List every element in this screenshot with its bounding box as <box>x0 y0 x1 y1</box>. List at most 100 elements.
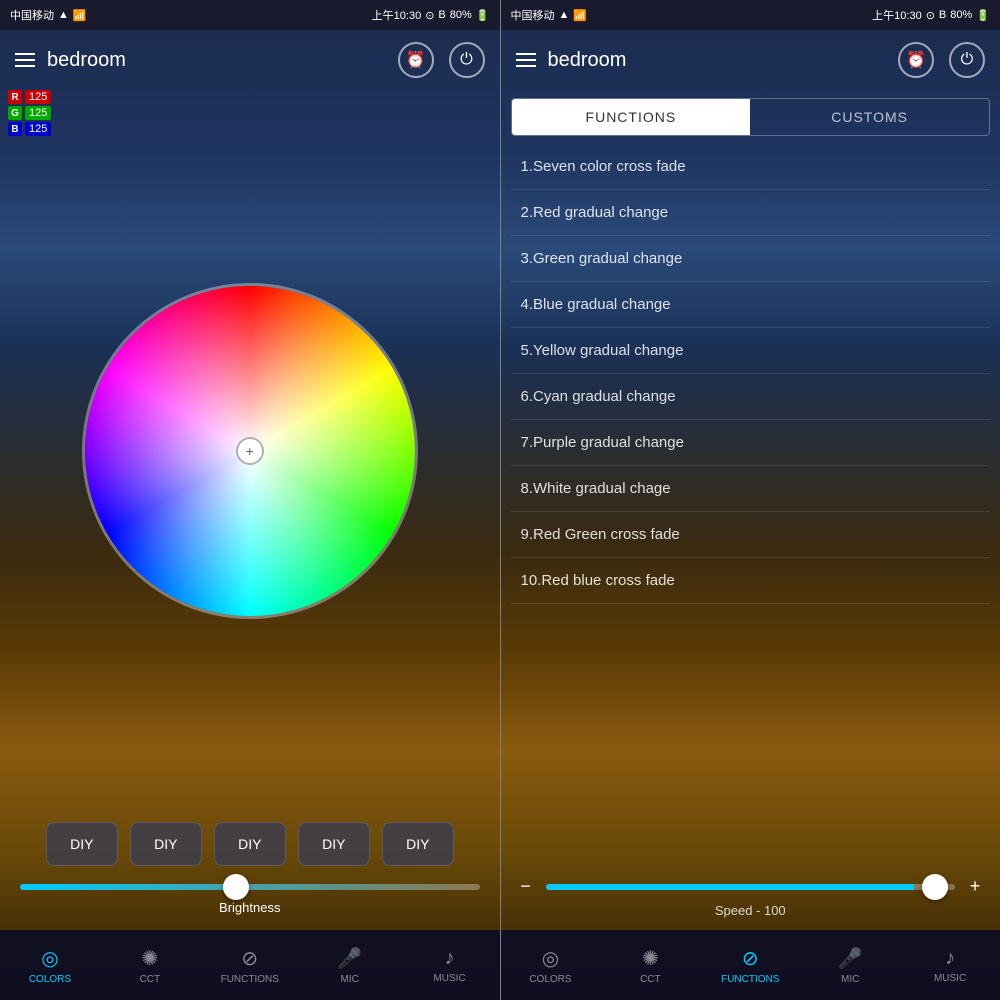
nav-cct-right[interactable]: ✺ CCT <box>600 946 700 985</box>
nav-colors-left[interactable]: ◎ COLORS <box>0 946 100 985</box>
nav-functions-right[interactable]: ⊘ FUNCTIONS <box>700 946 800 985</box>
status-bar-left: 中国移动 ▲ 📶 上午10:30 ⊙ Β 80% 🔋 <box>0 0 500 30</box>
header-left-group: bedroom <box>15 49 126 72</box>
color-wheel[interactable]: + <box>85 286 415 616</box>
function-item-9[interactable]: 9.Red Green cross fade <box>511 512 991 558</box>
time-right: 上午10:30 <box>872 7 922 23</box>
signal-icon: 📶 <box>73 9 87 22</box>
carrier-right: 中国移动 <box>511 7 555 23</box>
bottom-nav-right: ◎ COLORS ✺ CCT ⊘ FUNCTIONS 🎤 MIC ♪ MUSIC <box>501 930 1000 1000</box>
speed-thumb[interactable] <box>922 874 948 900</box>
speed-plus-btn[interactable]: + <box>965 876 985 897</box>
alarm-button-left[interactable]: ⏰ <box>398 42 434 78</box>
bluetooth-icon: Β <box>438 9 445 21</box>
colors-icon-right: ◎ <box>542 946 559 971</box>
functions-label-right: FUNCTIONS <box>721 974 779 985</box>
status-right-right: 上午10:30 ⊙ Β 80% 🔋 <box>872 7 990 23</box>
g-label: G <box>8 106 22 120</box>
menu-button[interactable] <box>15 53 35 67</box>
location-icon-right: ⊙ <box>926 9 935 22</box>
cct-label-right: CCT <box>640 974 661 985</box>
right-panel: 中国移动 ▲ 📶 上午10:30 ⊙ Β 80% 🔋 bedroom ⏰ <box>501 0 1000 1000</box>
nav-functions-left[interactable]: ⊘ FUNCTIONS <box>200 946 300 985</box>
nav-mic-right[interactable]: 🎤 MIC <box>800 946 900 985</box>
function-item-4[interactable]: 4.Blue gradual change <box>511 282 991 328</box>
time-left: 上午10:30 <box>372 7 422 23</box>
diy-btn-1[interactable]: DIY <box>46 822 118 866</box>
bluetooth-icon-right: Β <box>939 9 946 21</box>
nav-mic-left[interactable]: 🎤 MIC <box>300 946 400 985</box>
brightness-section: Brightness <box>0 876 500 930</box>
room-title-right: bedroom <box>548 49 627 72</box>
r-value: 125 <box>25 90 51 104</box>
menu-button-right[interactable] <box>516 53 536 67</box>
function-item-1[interactable]: 1.Seven color cross fade <box>511 144 991 190</box>
brightness-thumb[interactable] <box>223 874 249 900</box>
battery-icon-right: 🔋 <box>976 9 990 22</box>
speed-track-row: − + <box>516 876 986 897</box>
tab-customs[interactable]: CUSTOMS <box>750 99 989 135</box>
function-item-5[interactable]: 5.Yellow gradual change <box>511 328 991 374</box>
location-icon: ⊙ <box>425 9 434 22</box>
nav-cct-left[interactable]: ✺ CCT <box>100 946 200 985</box>
diy-btn-2[interactable]: DIY <box>130 822 202 866</box>
left-panel: 中国移动 ▲ 📶 上午10:30 ⊙ Β 80% 🔋 bedroom ⏰ <box>0 0 500 1000</box>
function-item-7[interactable]: 7.Purple gradual change <box>511 420 991 466</box>
cct-label-left: CCT <box>140 974 161 985</box>
color-cursor[interactable]: + <box>236 437 264 465</box>
speed-section: − + Speed - 100 <box>501 868 1000 930</box>
wifi-icon: ▲ <box>58 9 69 21</box>
header-right-group: ⏰ ⏻ <box>398 42 485 78</box>
brightness-track[interactable] <box>20 884 480 890</box>
power-button-right[interactable]: ⏻ <box>949 42 985 78</box>
wifi-icon-right: ▲ <box>559 9 570 21</box>
speed-label: Speed - 100 <box>516 903 986 918</box>
colors-label-left: COLORS <box>29 974 71 985</box>
b-badge: B 125 <box>8 122 51 136</box>
function-item-8[interactable]: 8.White gradual chage <box>511 466 991 512</box>
diy-btn-5[interactable]: DIY <box>382 822 454 866</box>
bottom-nav-left: ◎ COLORS ✺ CCT ⊘ FUNCTIONS 🎤 MIC ♪ MUSIC <box>0 930 500 1000</box>
diy-row: DIY DIY DIY DIY DIY <box>0 812 500 876</box>
speed-minus-btn[interactable]: − <box>516 876 536 897</box>
brightness-label: Brightness <box>20 900 480 915</box>
panel-divider <box>500 0 501 1000</box>
status-right: 上午10:30 ⊙ Β 80% 🔋 <box>372 7 490 23</box>
colors-label-right: COLORS <box>529 974 571 985</box>
function-item-2[interactable]: 2.Red gradual change <box>511 190 991 236</box>
alarm-button-right[interactable]: ⏰ <box>898 42 934 78</box>
function-item-3[interactable]: 3.Green gradual change <box>511 236 991 282</box>
cct-icon-right: ✺ <box>642 946 659 971</box>
status-bar-right: 中国移动 ▲ 📶 上午10:30 ⊙ Β 80% 🔋 <box>501 0 1000 30</box>
r-badge: R 125 <box>8 90 51 104</box>
rgb-badges: R 125 G 125 B 125 <box>8 90 51 136</box>
nav-music-right[interactable]: ♪ MUSIC <box>900 947 1000 984</box>
functions-list: 1.Seven color cross fade 2.Red gradual c… <box>501 144 1000 868</box>
nav-music-left[interactable]: ♪ MUSIC <box>400 947 500 984</box>
header-right: bedroom ⏰ ⏻ <box>501 30 1000 90</box>
g-value: 125 <box>25 106 51 120</box>
mic-label-left: MIC <box>341 974 359 985</box>
room-title-left: bedroom <box>47 49 126 72</box>
status-left: 中国移动 ▲ 📶 <box>10 7 87 23</box>
music-label-left: MUSIC <box>433 973 465 984</box>
tab-bar: FUNCTIONS CUSTOMS <box>511 98 991 136</box>
diy-btn-3[interactable]: DIY <box>214 822 286 866</box>
tab-functions[interactable]: FUNCTIONS <box>512 99 751 135</box>
functions-label-left: FUNCTIONS <box>221 974 279 985</box>
carrier-left: 中国移动 <box>10 7 54 23</box>
functions-icon-left: ⊘ <box>241 946 258 971</box>
color-wheel-container[interactable]: + <box>0 90 500 812</box>
function-item-6[interactable]: 6.Cyan gradual change <box>511 374 991 420</box>
r-label: R <box>8 90 22 104</box>
b-value: 125 <box>25 122 51 136</box>
speed-track[interactable] <box>546 884 956 890</box>
header-right-group-right: ⏰ ⏻ <box>898 42 985 78</box>
g-badge: G 125 <box>8 106 51 120</box>
nav-colors-right[interactable]: ◎ COLORS <box>501 946 601 985</box>
signal-icon-right: 📶 <box>573 9 587 22</box>
diy-btn-4[interactable]: DIY <box>298 822 370 866</box>
function-item-10[interactable]: 10.Red blue cross fade <box>511 558 991 604</box>
mic-label-right: MIC <box>841 974 859 985</box>
power-button-left[interactable]: ⏻ <box>449 42 485 78</box>
